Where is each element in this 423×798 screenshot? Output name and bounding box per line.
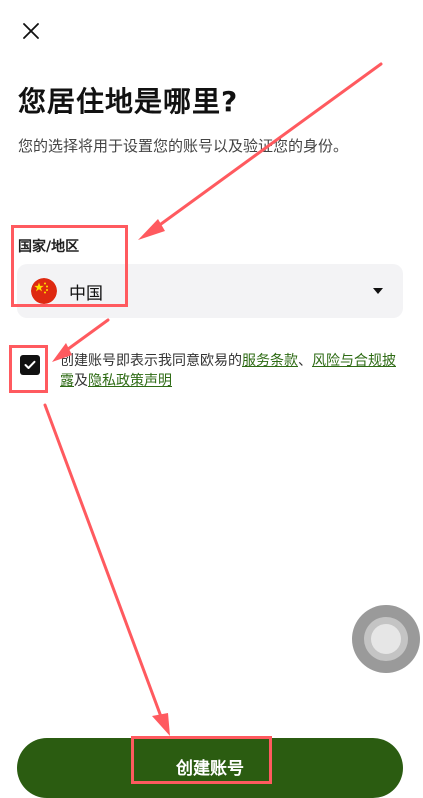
- privacy-policy-link[interactable]: 隐私政策声明: [88, 373, 172, 389]
- annotation-arrow-checkbox: [62, 318, 110, 354]
- china-flag-icon: [31, 278, 57, 304]
- assistive-touch-button[interactable]: [352, 605, 420, 673]
- close-icon: [23, 23, 39, 39]
- close-button[interactable]: [16, 16, 46, 46]
- agreement-prefix: 创建账号即表示我同意欧易的: [60, 353, 242, 369]
- assistive-touch-icon: [364, 617, 408, 661]
- country-select[interactable]: 中国: [17, 264, 403, 318]
- agreement-text: 创建账号即表示我同意欧易的服务条款、风险与合规披露及隐私政策声明: [60, 351, 405, 391]
- create-account-button[interactable]: 创建账号: [17, 738, 403, 798]
- annotation-arrow-create: [43, 403, 165, 724]
- terms-of-service-link[interactable]: 服务条款: [242, 353, 298, 369]
- caret-down-icon: [373, 288, 383, 294]
- agreement-checkbox[interactable]: [20, 355, 40, 375]
- page-subtitle: 您的选择将用于设置您的账号以及验证您的身份。: [18, 137, 349, 155]
- page-title: 您居住地是哪里?: [18, 85, 239, 118]
- check-icon: [24, 360, 36, 369]
- region-label: 国家/地区: [18, 239, 80, 255]
- country-select-value: 中国: [69, 283, 103, 304]
- annotation-arrowhead-region: [138, 219, 165, 240]
- agreement-separator: 、: [298, 353, 312, 369]
- annotation-arrowhead-create: [152, 713, 170, 736]
- agreement-conjunction: 及: [74, 373, 88, 389]
